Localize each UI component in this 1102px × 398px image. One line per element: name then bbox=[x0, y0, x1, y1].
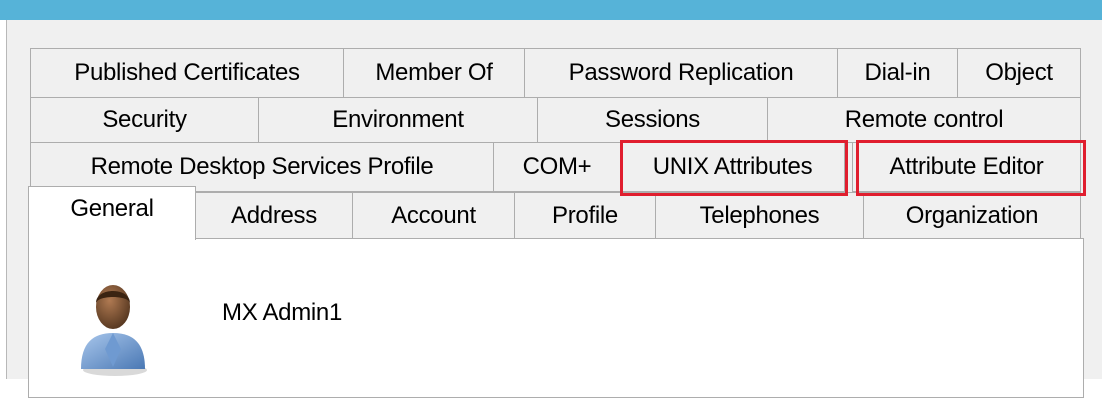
tab-account[interactable]: Account bbox=[352, 192, 515, 239]
tab-sessions[interactable]: Sessions bbox=[537, 97, 768, 143]
tab-remote-control[interactable]: Remote control bbox=[767, 97, 1081, 143]
tab-telephones[interactable]: Telephones bbox=[655, 192, 864, 239]
user-icon bbox=[73, 277, 153, 377]
tab-address[interactable]: Address bbox=[195, 192, 353, 239]
tab-dial-in[interactable]: Dial-in bbox=[837, 48, 958, 98]
general-tab-panel: MX Admin1 bbox=[28, 238, 1084, 398]
tab-profile[interactable]: Profile bbox=[514, 192, 656, 239]
tab-object[interactable]: Object bbox=[957, 48, 1081, 98]
tab-member-of[interactable]: Member Of bbox=[343, 48, 525, 98]
tab-organization[interactable]: Organization bbox=[863, 192, 1081, 239]
tab-attribute-editor[interactable]: Attribute Editor bbox=[852, 142, 1081, 192]
tab-remote-desktop-services-profile[interactable]: Remote Desktop Services Profile bbox=[30, 142, 494, 192]
tab-security[interactable]: Security bbox=[30, 97, 259, 143]
tab-password-replication[interactable]: Password Replication bbox=[524, 48, 838, 98]
tab-com-plus[interactable]: COM+ bbox=[493, 142, 621, 192]
window-title-bar bbox=[0, 0, 1102, 20]
tab-published-certificates[interactable]: Published Certificates bbox=[30, 48, 344, 98]
user-display-name: MX Admin1 bbox=[222, 299, 343, 326]
tab-environment[interactable]: Environment bbox=[258, 97, 538, 143]
tab-unix-attributes[interactable]: UNIX Attributes bbox=[620, 142, 845, 192]
tab-general[interactable]: General bbox=[28, 186, 196, 240]
